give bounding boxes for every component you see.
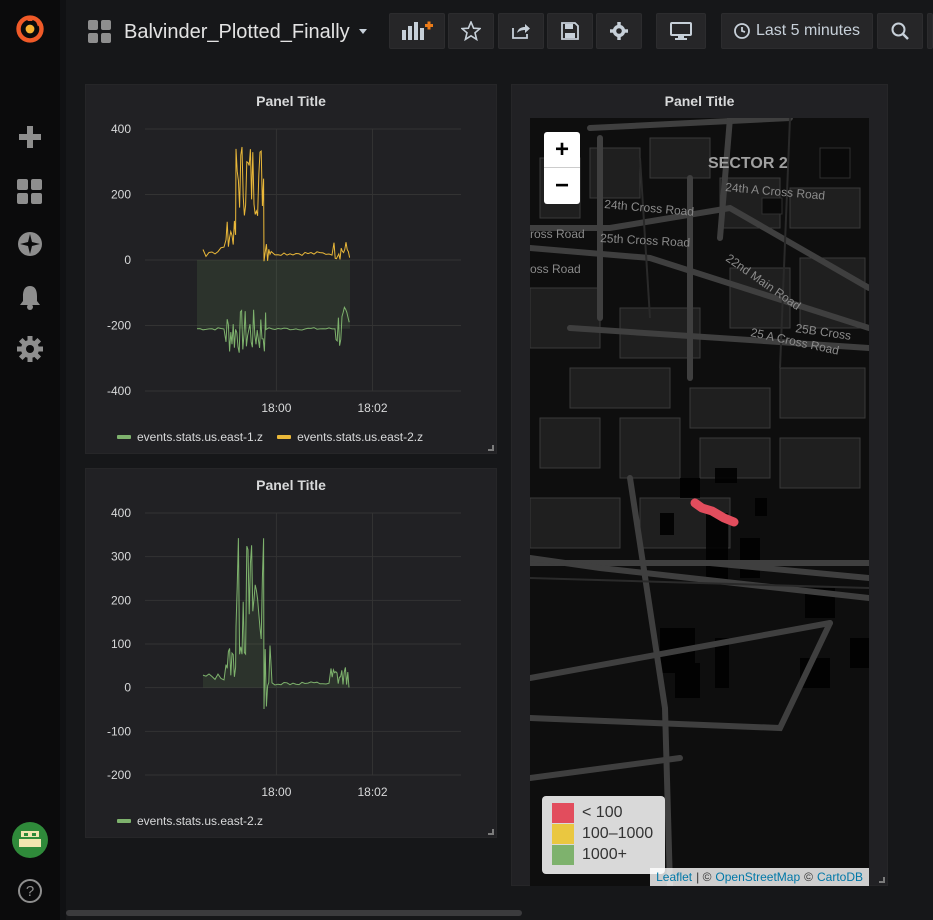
caret-down-icon bbox=[358, 29, 367, 34]
legend-label: events.stats.us.east-2.z bbox=[297, 430, 424, 444]
map-label: oss Road bbox=[530, 262, 581, 276]
map-panel: Panel Title SECTOR 2 24th A Cross Road 2… bbox=[511, 84, 888, 886]
map-attribution: Leaflet | © OpenStreetMap © CartoDB bbox=[650, 868, 869, 886]
magnifier-icon bbox=[891, 22, 909, 40]
map-tiles: SECTOR 2 24th A Cross Road 24th Cross Ro… bbox=[530, 118, 869, 886]
map-zoom-control: + − bbox=[544, 132, 580, 204]
y-tick-label: -100 bbox=[107, 724, 131, 738]
clock-icon bbox=[734, 23, 750, 39]
grafana-logo-icon[interactable] bbox=[15, 14, 45, 44]
help-icon[interactable]: ? bbox=[15, 876, 45, 906]
star-icon bbox=[461, 21, 481, 41]
y-tick-label: 0 bbox=[124, 681, 131, 695]
map-legend-row: 1000+ bbox=[552, 844, 655, 865]
configuration-gear-icon[interactable] bbox=[15, 334, 45, 364]
panel-title[interactable]: Panel Title bbox=[86, 93, 496, 109]
alerting-bell-icon[interactable] bbox=[15, 282, 45, 312]
add-panel-icon bbox=[402, 21, 433, 40]
map-threshold-legend: < 100 100–1000 1000+ bbox=[542, 796, 665, 874]
legend-swatch bbox=[552, 802, 574, 823]
dashboard-title: Balvinder_Plotted_Finally bbox=[124, 20, 350, 43]
add-panel-button[interactable] bbox=[389, 13, 445, 49]
share-icon bbox=[512, 24, 530, 39]
monitor-icon bbox=[670, 22, 692, 40]
graph-2-legend: events.stats.us.east-2.z bbox=[117, 814, 263, 828]
x-tick-label: 18:02 bbox=[358, 785, 388, 799]
cartodb-link[interactable]: CartoDB bbox=[817, 870, 863, 884]
legend-label: events.stats.us.east-2.z bbox=[137, 814, 264, 828]
zoom-out-time-button[interactable] bbox=[877, 13, 923, 49]
attribution-sep: © bbox=[804, 870, 813, 884]
y-tick-label: 100 bbox=[111, 637, 131, 651]
side-menu: ? bbox=[0, 0, 60, 920]
legend-label: events.stats.us.east-1.z bbox=[137, 430, 264, 444]
y-tick-label: 200 bbox=[111, 188, 131, 202]
y-tick-label: -400 bbox=[107, 384, 131, 398]
legend-swatch bbox=[552, 823, 574, 844]
dashboard-grid-icon bbox=[88, 20, 111, 43]
legend-swatch bbox=[277, 435, 292, 439]
save-icon bbox=[561, 22, 579, 40]
side-menu-shadow bbox=[60, 0, 66, 920]
panel-resize-handle[interactable] bbox=[488, 445, 494, 451]
graph-panel-2: Panel Title 400 300 200 100 0 -100 -200 18:00 18… bbox=[85, 468, 497, 838]
svg-text:?: ? bbox=[26, 883, 34, 900]
dashboards-icon[interactable] bbox=[15, 177, 45, 207]
legend-swatch bbox=[117, 435, 131, 439]
y-tick-label: -200 bbox=[107, 768, 131, 782]
x-tick-label: 18:00 bbox=[261, 401, 291, 415]
panel-title[interactable]: Panel Title bbox=[512, 93, 887, 109]
map-legend-row: < 100 bbox=[552, 802, 655, 823]
panel-resize-handle[interactable] bbox=[488, 829, 494, 835]
legend-swatch bbox=[117, 819, 131, 823]
map-legend-row: 100–1000 bbox=[552, 823, 655, 844]
map-label: SECTOR 2 bbox=[708, 155, 788, 172]
time-range-label: Last 5 minutes bbox=[755, 22, 861, 39]
graph-panel-1: Panel Title 400 200 0 -200 -400 18:00 18:02 ev… bbox=[85, 84, 497, 454]
gear-icon bbox=[610, 22, 628, 40]
share-dashboard-button[interactable] bbox=[498, 13, 544, 49]
create-plus-icon[interactable] bbox=[15, 122, 45, 152]
zoom-out-button[interactable]: − bbox=[544, 168, 580, 204]
graph-2-plot: 400 300 200 100 0 -100 -200 18:00 18:02 bbox=[107, 506, 461, 799]
y-tick-label: 400 bbox=[111, 506, 131, 520]
y-tick-label: 400 bbox=[111, 122, 131, 136]
map-legend-label: < 100 bbox=[582, 803, 623, 821]
legend-swatch bbox=[552, 844, 574, 865]
graph-1-legend: events.stats.us.east-1.z events.stats.us… bbox=[117, 430, 423, 444]
leaflet-link[interactable]: Leaflet bbox=[656, 870, 692, 884]
zoom-in-button[interactable]: + bbox=[544, 132, 580, 168]
explore-compass-icon[interactable] bbox=[15, 229, 45, 259]
x-tick-label: 18:00 bbox=[261, 785, 291, 799]
user-avatar[interactable] bbox=[12, 822, 48, 858]
y-tick-label: 300 bbox=[111, 550, 131, 564]
map-canvas[interactable]: SECTOR 2 24th A Cross Road 24th Cross Ro… bbox=[530, 118, 869, 886]
legend-item-east-1[interactable]: events.stats.us.east-1.z bbox=[117, 430, 263, 444]
dashboard-settings-button[interactable] bbox=[596, 13, 642, 49]
map-legend-label: 1000+ bbox=[582, 845, 627, 863]
graph-1-plot: 400 200 0 -200 -400 18:00 18:02 bbox=[107, 122, 461, 415]
dashboard-title-picker[interactable]: Balvinder_Plotted_Finally bbox=[88, 14, 368, 50]
attribution-sep: | © bbox=[696, 870, 712, 884]
horizontal-scrollbar[interactable] bbox=[66, 910, 522, 916]
x-tick-label: 18:02 bbox=[358, 401, 388, 415]
star-dashboard-button[interactable] bbox=[448, 13, 494, 49]
panel-resize-handle[interactable] bbox=[879, 877, 885, 883]
tv-mode-button[interactable] bbox=[656, 13, 706, 49]
legend-item-east-2[interactable]: events.stats.us.east-2.z bbox=[277, 430, 423, 444]
time-range-picker[interactable]: Last 5 minutes bbox=[721, 13, 873, 49]
openstreetmap-link[interactable]: OpenStreetMap bbox=[715, 870, 800, 884]
save-dashboard-button[interactable] bbox=[547, 13, 593, 49]
map-legend-label: 100–1000 bbox=[582, 824, 654, 842]
legend-item-east-2[interactable]: events.stats.us.east-2.z bbox=[117, 814, 263, 828]
panel-title[interactable]: Panel Title bbox=[86, 477, 496, 493]
dashboard-navbar: Balvinder_Plotted_Finally Last 5 minutes bbox=[66, 0, 933, 62]
refresh-button[interactable] bbox=[927, 13, 933, 49]
y-tick-label: -200 bbox=[107, 319, 131, 333]
map-label: ross Road bbox=[530, 227, 585, 241]
y-tick-label: 200 bbox=[111, 593, 131, 607]
series-fill-area bbox=[197, 260, 350, 329]
y-tick-label: 0 bbox=[124, 253, 131, 267]
